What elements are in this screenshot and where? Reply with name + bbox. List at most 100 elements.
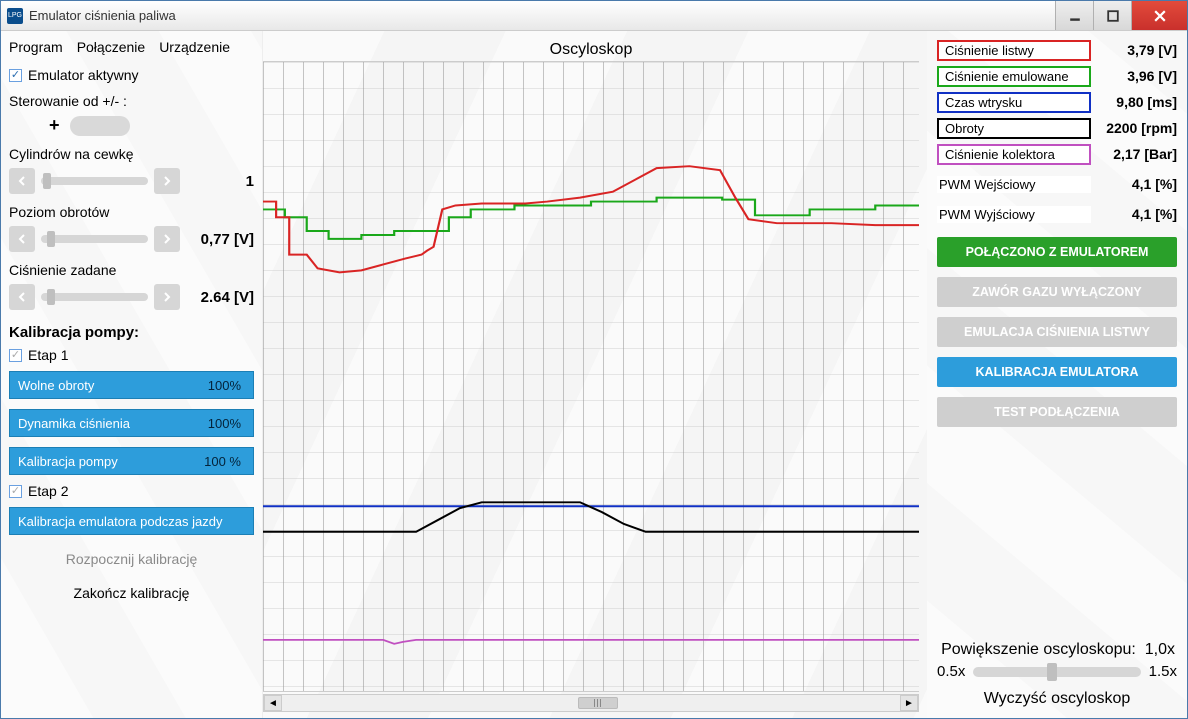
set-pressure-label: Ciśnienie zadane xyxy=(9,262,254,278)
window-controls xyxy=(1055,1,1187,30)
menu-program[interactable]: Program xyxy=(9,39,63,55)
zoom-min: 0.5x xyxy=(937,663,965,680)
slider-track[interactable] xyxy=(41,235,148,243)
set-pressure-slider[interactable]: 2.64 [V] xyxy=(9,284,254,310)
status-emulation-button[interactable]: EMULACJA CIŚNIENIA LISTWY xyxy=(937,317,1177,347)
slider-thumb[interactable] xyxy=(47,289,55,305)
metric-label: Czas wtrysku xyxy=(937,92,1091,113)
calib-row-pct: 100% xyxy=(208,416,245,431)
control-value-pill[interactable] xyxy=(70,116,130,136)
oscilloscope[interactable] xyxy=(263,61,919,692)
slider-track[interactable] xyxy=(41,293,148,301)
calib-row-dynamics[interactable]: Dynamika ciśnienia 100% xyxy=(9,409,254,437)
rpm-slider[interactable]: 0,77 [V] xyxy=(9,226,254,252)
pwm-out-value: 4,1 [%] xyxy=(1091,206,1177,222)
metrics-list: Ciśnienie listwy3,79 [V]Ciśnienie emulow… xyxy=(937,37,1177,167)
dec-button[interactable] xyxy=(9,168,35,194)
trace-manifold xyxy=(263,640,919,644)
calib-row-idle[interactable]: Wolne obroty 100% xyxy=(9,371,254,399)
minimize-button[interactable] xyxy=(1055,1,1093,30)
emulator-active-row[interactable]: Emulator aktywny xyxy=(9,67,254,83)
trace-emulated xyxy=(263,198,919,239)
clear-oscilloscope-button[interactable]: Wyczyść oscyloskop xyxy=(937,680,1177,708)
calib-row-label: Kalibracja emulatora podczas jazdy xyxy=(18,514,223,529)
menu-connection[interactable]: Połączenie xyxy=(77,39,146,55)
cylinders-value: 1 xyxy=(186,173,254,190)
stop-calibration-button[interactable]: Zakończ kalibrację xyxy=(9,581,254,605)
zoom-slider[interactable]: 0.5x 1.5x xyxy=(937,663,1177,680)
stage1-label: Etap 1 xyxy=(28,347,68,363)
dec-button[interactable] xyxy=(9,284,35,310)
metric-row: Ciśnienie listwy3,79 [V] xyxy=(937,37,1177,63)
slider-thumb[interactable] xyxy=(43,173,51,189)
menubar: Program Połączenie Urządzenie xyxy=(9,37,254,61)
stage2-label: Etap 2 xyxy=(28,483,68,499)
test-connection-button[interactable]: TEST PODŁĄCZENIA xyxy=(937,397,1177,427)
control-plus-row: + xyxy=(9,115,254,136)
control-from-label: Sterowanie od +/- : xyxy=(9,93,254,109)
metric-label: Ciśnienie kolektora xyxy=(937,144,1091,165)
metric-label: Ciśnienie emulowane xyxy=(937,66,1091,87)
scroll-right-icon[interactable]: ► xyxy=(900,695,918,711)
metric-row: Czas wtrysku9,80 [ms] xyxy=(937,89,1177,115)
left-panel: Program Połączenie Urządzenie Emulator a… xyxy=(1,31,263,718)
metric-label: Ciśnienie listwy xyxy=(937,40,1091,61)
app-icon: LPG xyxy=(7,8,23,24)
cylinders-label: Cylindrów na cewkę xyxy=(9,146,254,162)
checkbox-icon[interactable] xyxy=(9,349,22,362)
pump-calib-title: Kalibracja pompy: xyxy=(9,324,254,341)
body: Program Połączenie Urządzenie Emulator a… xyxy=(1,31,1187,718)
plus-icon: + xyxy=(49,115,60,136)
zoom-label: Powiększenie oscyloskopu: xyxy=(941,641,1136,658)
status-gas-off-button[interactable]: ZAWÓR GAZU WYŁĄCZONY xyxy=(937,277,1177,307)
zoom-max: 1.5x xyxy=(1149,663,1177,680)
scroll-thumb[interactable] xyxy=(578,697,618,709)
zoom-thumb[interactable] xyxy=(1047,663,1057,681)
slider-thumb[interactable] xyxy=(47,231,55,247)
cylinders-slider[interactable]: 1 xyxy=(9,168,254,194)
set-pressure-value: 2.64 [V] xyxy=(186,289,254,306)
trace-rail xyxy=(263,166,919,272)
calib-row-label: Dynamika ciśnienia xyxy=(18,416,130,431)
zoom-value: 1,0x xyxy=(1145,641,1175,658)
oscilloscope-plot xyxy=(263,62,919,691)
pwm-in-label: PWM Wejściowy xyxy=(937,176,1091,193)
pwm-in-row: PWM Wejściowy 4,1 [%] xyxy=(937,171,1177,197)
calib-row-pump[interactable]: Kalibracja pompy 100 % xyxy=(9,447,254,475)
metric-row: Ciśnienie emulowane3,96 [V] xyxy=(937,63,1177,89)
metric-value: 2200 [rpm] xyxy=(1091,120,1177,136)
metric-row: Ciśnienie kolektora2,17 [Bar] xyxy=(937,141,1177,167)
zoom-track[interactable] xyxy=(973,667,1140,677)
calib-row-driving[interactable]: Kalibracja emulatora podczas jazdy xyxy=(9,507,254,535)
oscilloscope-scrollbar[interactable]: ◄ ► xyxy=(263,694,919,712)
metric-row: Obroty2200 [rpm] xyxy=(937,115,1177,141)
start-calibration-button[interactable]: Rozpocznij kalibrację xyxy=(9,543,254,575)
inc-button[interactable] xyxy=(154,168,180,194)
metric-value: 3,79 [V] xyxy=(1091,42,1177,58)
maximize-button[interactable] xyxy=(1093,1,1131,30)
inc-button[interactable] xyxy=(154,284,180,310)
stage2-row[interactable]: Etap 2 xyxy=(9,483,254,499)
zoom-label-row: Powiększenie oscyloskopu: 1,0x xyxy=(937,637,1177,663)
status-connected-button[interactable]: POŁĄCZONO Z EMULATOREM xyxy=(937,237,1177,267)
oscilloscope-title: Oscyloskop xyxy=(263,37,919,61)
scroll-left-icon[interactable]: ◄ xyxy=(264,695,282,711)
slider-track[interactable] xyxy=(41,177,148,185)
inc-button[interactable] xyxy=(154,226,180,252)
checkbox-icon[interactable] xyxy=(9,69,22,82)
checkbox-icon[interactable] xyxy=(9,485,22,498)
close-button[interactable] xyxy=(1131,1,1187,30)
metric-label: Obroty xyxy=(937,118,1091,139)
emulator-active-label: Emulator aktywny xyxy=(28,67,138,83)
titlebar: LPG Emulator ciśnienia paliwa xyxy=(1,1,1187,31)
stage1-row[interactable]: Etap 1 xyxy=(9,347,254,363)
calib-row-pct: 100 % xyxy=(204,454,245,469)
pwm-out-label: PWM Wyjściowy xyxy=(937,206,1091,223)
dec-button[interactable] xyxy=(9,226,35,252)
calib-row-pct: 100% xyxy=(208,378,245,393)
rpm-value: 0,77 [V] xyxy=(186,231,254,248)
calibrate-emulator-button[interactable]: KALIBRACJA EMULATORA xyxy=(937,357,1177,387)
menu-device[interactable]: Urządzenie xyxy=(159,39,230,55)
pwm-out-row: PWM Wyjściowy 4,1 [%] xyxy=(937,201,1177,227)
zoom-block: Powiększenie oscyloskopu: 1,0x 0.5x 1.5x… xyxy=(937,637,1177,708)
